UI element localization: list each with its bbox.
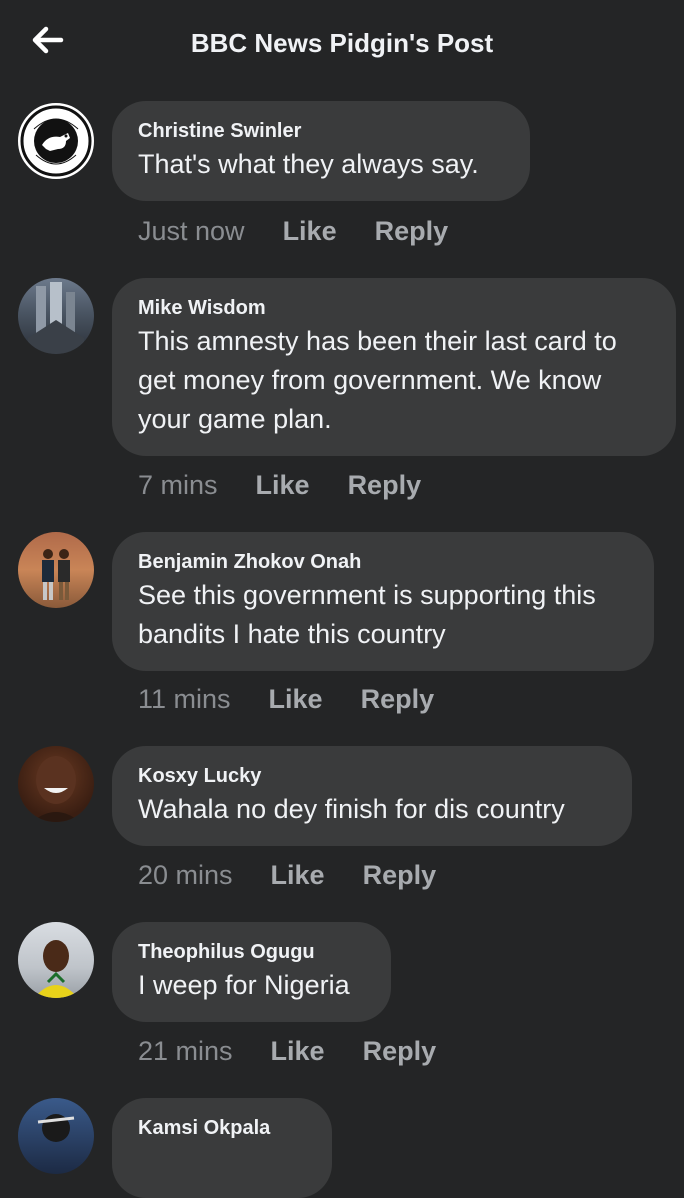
comment-actions: 7 mins Like Reply <box>138 470 421 501</box>
profile-photo-icon <box>42 549 70 600</box>
avatar[interactable] <box>18 278 94 354</box>
like-button[interactable]: Like <box>256 470 310 501</box>
comment-bubble[interactable]: Kosxy Lucky Wahala no dey finish for dis… <box>112 746 632 846</box>
reply-button[interactable]: Reply <box>363 1036 437 1067</box>
comment-bubble[interactable]: Theophilus Ogugu I weep for Nigeria <box>112 922 391 1022</box>
comment-time[interactable]: 20 mins <box>138 860 233 891</box>
like-button[interactable]: Like <box>271 1036 325 1067</box>
comment-bubble[interactable]: Christine Swinler That's what they alway… <box>112 101 530 201</box>
comment-text: Wahala no dey finish for dis country <box>138 794 565 824</box>
comment-text: This amnesty has been their last card to… <box>138 326 617 434</box>
comment-author[interactable]: Kosxy Lucky <box>138 764 606 788</box>
comment-author[interactable]: Christine Swinler <box>138 119 504 143</box>
page-title: BBC News Pidgin's Post <box>190 28 494 58</box>
comment-author[interactable]: Kamsi Okpala <box>138 1116 306 1140</box>
reply-button[interactable]: Reply <box>375 216 449 247</box>
comment-author[interactable]: Theophilus Ogugu <box>138 940 365 964</box>
comment-time[interactable]: Just now <box>138 216 245 247</box>
comment-actions: Just now Like Reply <box>138 216 448 247</box>
reply-button[interactable]: Reply <box>363 860 437 891</box>
avatar[interactable] <box>18 532 94 608</box>
comment-author[interactable]: Benjamin Zhokov Onah <box>138 550 628 574</box>
profile-photo-icon <box>32 756 80 822</box>
profile-photo-icon <box>37 1114 75 1142</box>
comment-text: I weep for Nigeria <box>138 970 350 1000</box>
avatar[interactable] <box>18 746 94 822</box>
comment-time[interactable]: 11 mins <box>138 684 231 715</box>
profile-photo-icon <box>28 282 84 354</box>
panther-logo-icon <box>20 105 92 177</box>
like-button[interactable]: Like <box>269 684 323 715</box>
profile-photo-icon <box>34 940 78 998</box>
comment-text: See this government is supporting this b… <box>138 580 596 649</box>
comment-bubble[interactable]: Benjamin Zhokov Onah See this government… <box>112 532 654 671</box>
reply-button[interactable]: Reply <box>361 684 435 715</box>
avatar[interactable] <box>18 922 94 998</box>
comment-actions: 20 mins Like Reply <box>138 860 436 891</box>
comment-author[interactable]: Mike Wisdom <box>138 296 650 320</box>
comment-time[interactable]: 21 mins <box>138 1036 233 1067</box>
comment-text: That's what they always say. <box>138 149 479 179</box>
comment-actions: 11 mins Like Reply <box>138 684 434 715</box>
top-bar: BBC News Pidgin's Post <box>0 0 684 92</box>
comment-bubble[interactable]: Kamsi Okpala <box>112 1098 332 1198</box>
reply-button[interactable]: Reply <box>348 470 422 501</box>
avatar[interactable] <box>18 103 94 179</box>
avatar[interactable] <box>18 1098 94 1174</box>
comment-time[interactable]: 7 mins <box>138 470 218 501</box>
comment-actions: 21 mins Like Reply <box>138 1036 436 1067</box>
like-button[interactable]: Like <box>271 860 325 891</box>
comment-bubble[interactable]: Mike Wisdom This amnesty has been their … <box>112 278 676 456</box>
like-button[interactable]: Like <box>283 216 337 247</box>
